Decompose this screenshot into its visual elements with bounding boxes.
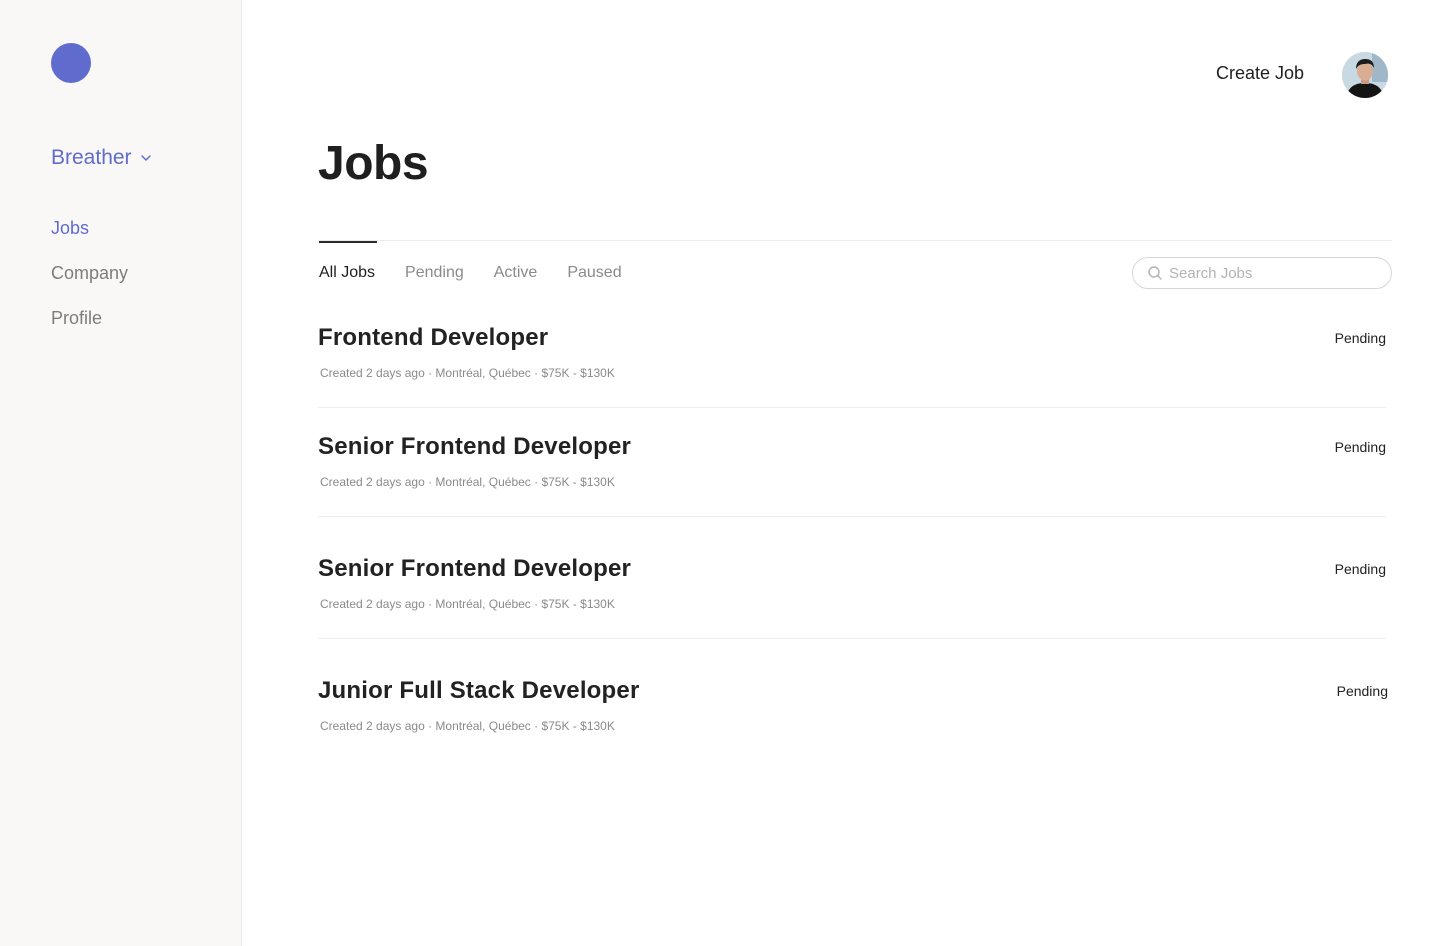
- status-badge: Pending: [1334, 439, 1386, 455]
- tab-active[interactable]: Active: [494, 264, 538, 282]
- job-meta: Created 2 days ago · Montréal, Québec · …: [320, 597, 615, 611]
- job-meta: Created 2 days ago · Montréal, Québec · …: [320, 475, 615, 489]
- job-divider: [318, 407, 1386, 408]
- tab-pending[interactable]: Pending: [405, 264, 464, 282]
- job-divider: [318, 638, 1386, 639]
- sidebar-item-company[interactable]: Company: [51, 260, 128, 305]
- job-title[interactable]: Senior Frontend Developer: [318, 433, 1386, 461]
- org-name: Breather: [51, 146, 132, 169]
- job-filter-tabs: All Jobs Pending Active Paused: [319, 264, 622, 282]
- job-row[interactable]: Senior Frontend Developer Created 2 days…: [318, 555, 1386, 611]
- job-row[interactable]: Junior Full Stack Developer Created 2 da…: [318, 677, 1388, 733]
- sidebar-item-jobs[interactable]: Jobs: [51, 215, 128, 260]
- status-badge: Pending: [1334, 561, 1386, 577]
- avatar[interactable]: [1342, 52, 1388, 98]
- job-meta: Created 2 days ago · Montréal, Québec · …: [320, 719, 615, 733]
- job-divider: [318, 516, 1386, 517]
- job-row[interactable]: Frontend Developer Created 2 days ago · …: [318, 324, 1386, 380]
- job-title[interactable]: Frontend Developer: [318, 324, 1386, 352]
- search-input[interactable]: [1169, 264, 1369, 282]
- status-badge: Pending: [1336, 683, 1388, 699]
- tab-paused[interactable]: Paused: [567, 264, 621, 282]
- chevron-down-icon: [140, 155, 151, 161]
- job-title[interactable]: Senior Frontend Developer: [318, 555, 1386, 583]
- tab-all-jobs[interactable]: All Jobs: [319, 264, 375, 282]
- sidebar-item-profile[interactable]: Profile: [51, 305, 128, 350]
- org-switcher[interactable]: Breather: [51, 146, 152, 170]
- create-job-button[interactable]: Create Job: [1216, 63, 1304, 84]
- page-title: Jobs: [318, 137, 429, 190]
- logo[interactable]: [51, 43, 91, 83]
- status-badge: Pending: [1334, 330, 1386, 346]
- tabs-divider: [318, 240, 1392, 241]
- search-box[interactable]: [1132, 257, 1392, 289]
- job-meta: Created 2 days ago · Montréal, Québec · …: [320, 366, 615, 380]
- sidebar: Breather Jobs Company Profile: [0, 0, 242, 946]
- user-avatar-icon: [1342, 52, 1388, 98]
- job-row[interactable]: Senior Frontend Developer Created 2 days…: [318, 433, 1386, 489]
- search-icon: [1148, 266, 1162, 280]
- active-tab-indicator: [319, 241, 377, 243]
- sidebar-nav: Jobs Company Profile: [51, 215, 128, 350]
- job-title[interactable]: Junior Full Stack Developer: [318, 677, 1388, 705]
